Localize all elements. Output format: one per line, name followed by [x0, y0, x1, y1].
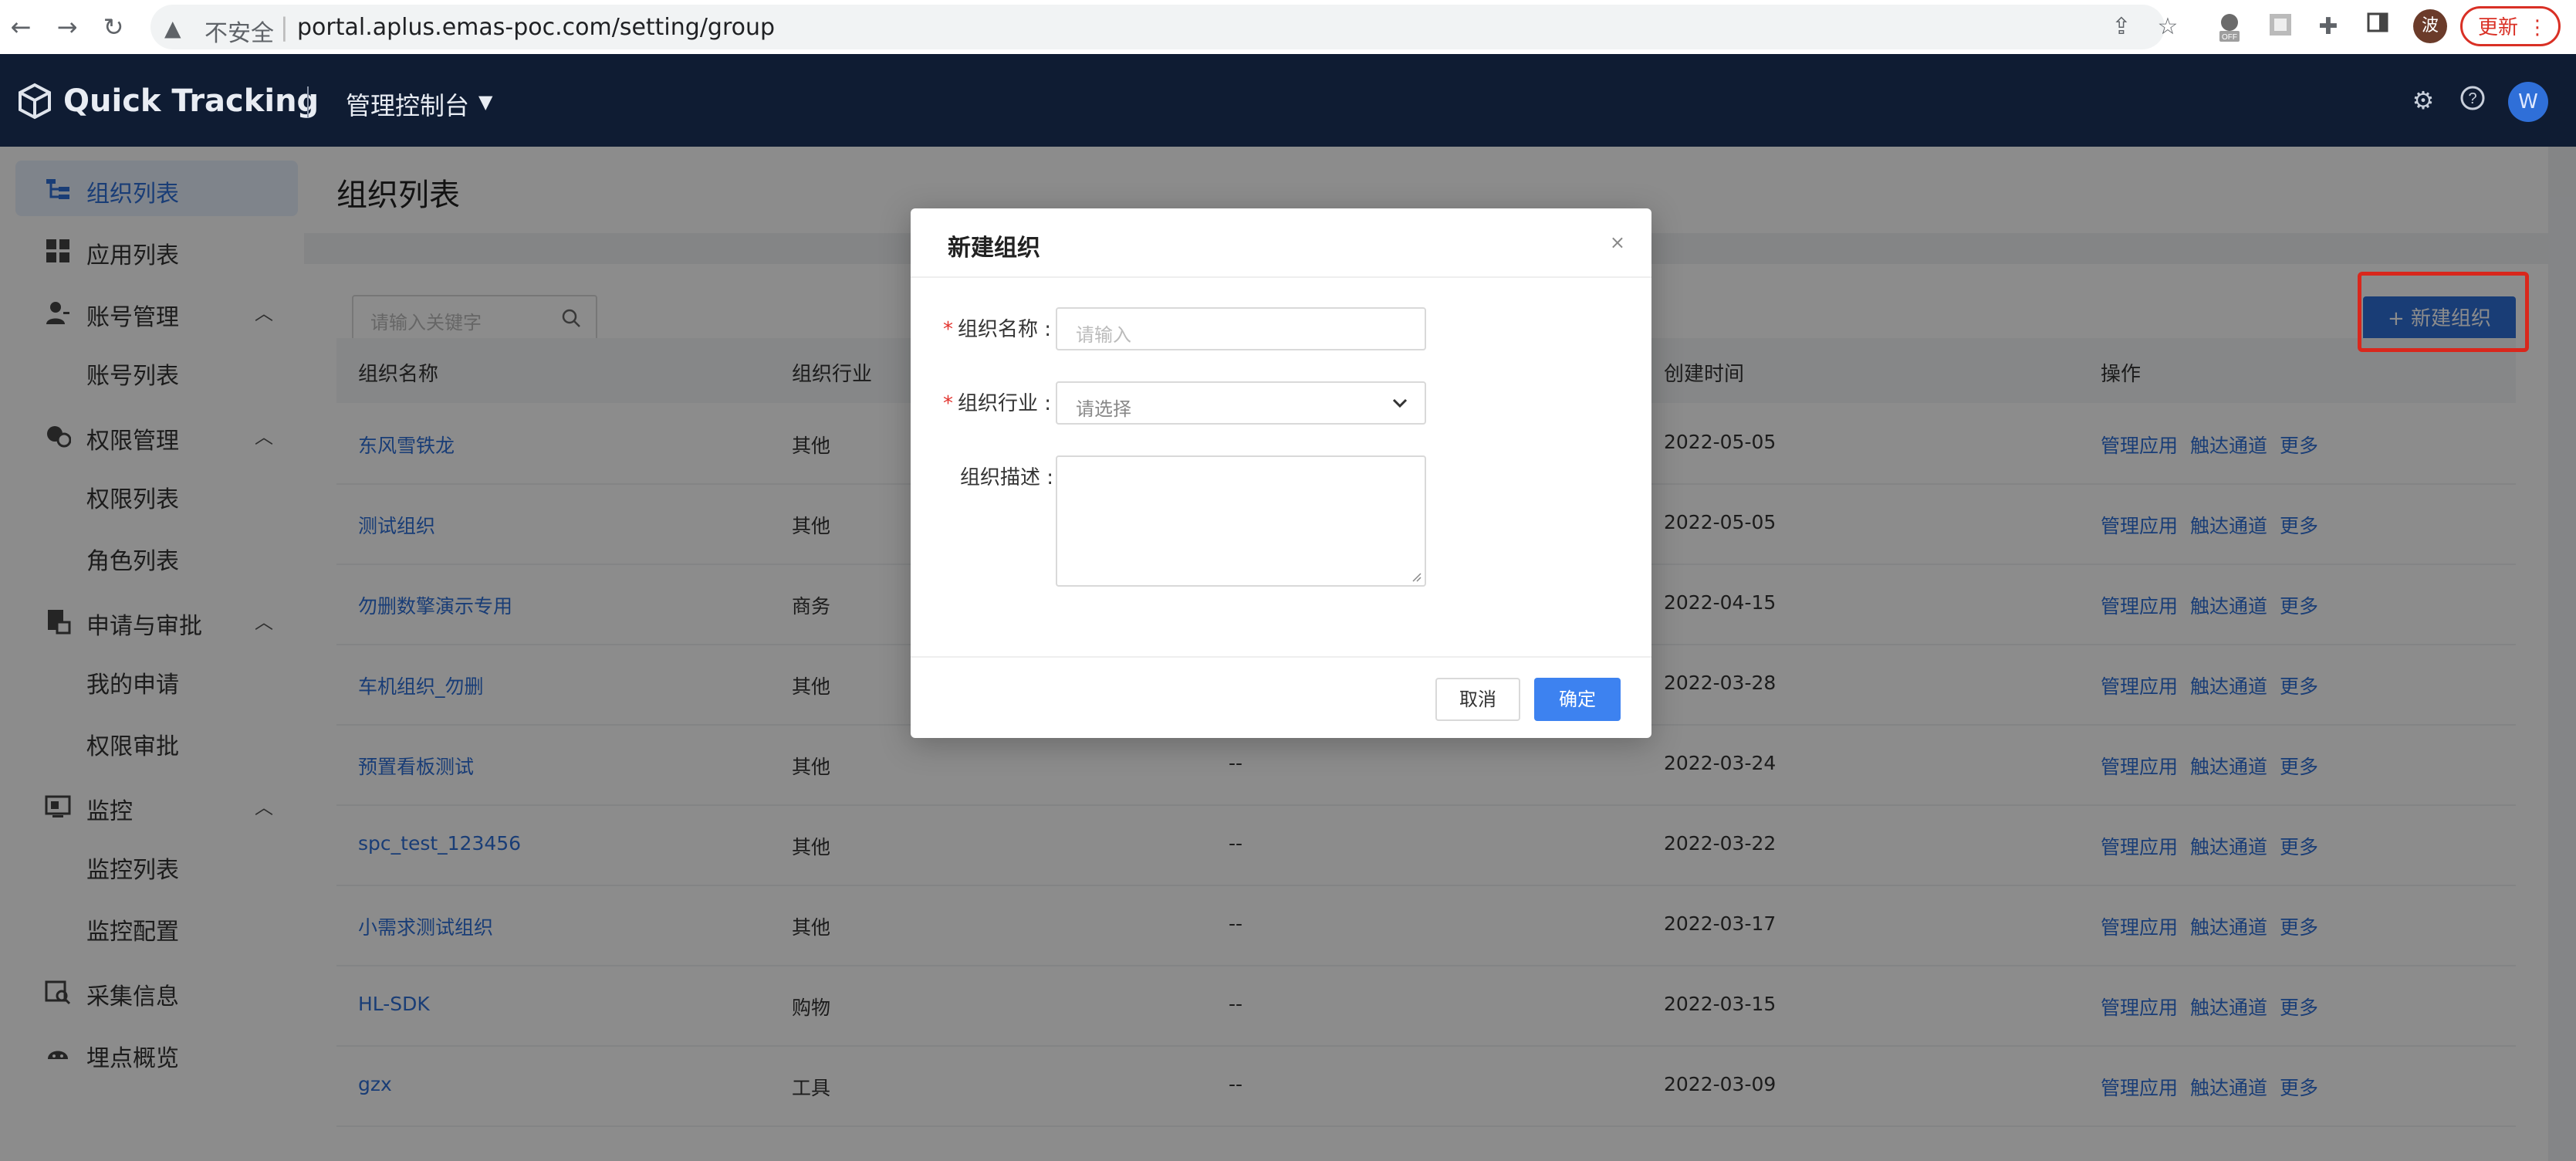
insecure-label: 不安全: [205, 20, 274, 47]
reader-extension-icon[interactable]: [2264, 11, 2297, 43]
resize-grip-icon[interactable]: [1411, 571, 1422, 582]
cancel-button[interactable]: 取消: [1435, 678, 1520, 721]
dialog-title: 新建组织: [948, 235, 1040, 262]
org-industry-select[interactable]: 请选择: [1056, 381, 1426, 425]
share-icon[interactable]: ⇪: [2105, 11, 2138, 43]
logo-text[interactable]: Quick Tracking: [63, 83, 319, 119]
more-vert-icon: ⋮: [2527, 16, 2547, 39]
new-org-dialog: 新建组织 × * 组织名称 : 请输入 * 组织行业 : 请选择 组织描述 : 取消…: [911, 208, 1651, 738]
svg-text:?: ?: [2468, 90, 2476, 107]
settings-icon[interactable]: ⚙: [2408, 85, 2439, 116]
browser-profile-avatar[interactable]: 波: [2413, 9, 2447, 43]
org-name-placeholder: 请输入: [1076, 324, 1131, 346]
header-divider: [307, 86, 309, 117]
reload-icon[interactable]: ↻: [96, 9, 131, 45]
url-separator: |: [280, 12, 289, 42]
user-avatar[interactable]: W: [2508, 82, 2548, 122]
org-name-label: * 组织名称 :: [943, 313, 1051, 342]
help-icon[interactable]: ?: [2457, 85, 2488, 116]
warning-icon: ▲: [164, 15, 181, 41]
required-mark: *: [943, 392, 953, 415]
highlight-annotation-box: [2358, 272, 2529, 352]
org-industry-label-text: 组织行业 :: [958, 392, 1052, 415]
org-desc-textarea[interactable]: [1056, 455, 1426, 587]
confirm-button[interactable]: 确定: [1534, 678, 1621, 721]
close-icon[interactable]: ×: [1610, 232, 1625, 253]
star-icon[interactable]: ☆: [2152, 11, 2184, 43]
svg-text:OFF: OFF: [2222, 33, 2237, 42]
logo-icon: [19, 83, 51, 120]
caret-down-icon[interactable]: ▼: [478, 91, 492, 113]
chevron-down-icon: [1392, 398, 1408, 408]
puzzle-icon[interactable]: ✚: [2312, 11, 2344, 43]
dialog-header-divider: [911, 276, 1651, 278]
required-mark: *: [943, 318, 953, 341]
update-label: 更新: [2478, 16, 2519, 39]
url-text[interactable]: portal.aplus.emas-poc.com/setting/group: [297, 14, 775, 41]
forward-icon[interactable]: →: [49, 9, 85, 45]
dialog-footer-divider: [911, 656, 1651, 658]
org-desc-label: 组织描述 :: [960, 466, 1054, 489]
app-header: Quick Tracking 管理控制台 ▼ ⚙ ? W: [0, 54, 2576, 147]
extension-off-icon[interactable]: OFF: [2213, 11, 2246, 43]
side-panel-icon[interactable]: [2361, 11, 2394, 43]
console-switcher[interactable]: 管理控制台: [346, 86, 469, 122]
browser-toolbar: ← → ↻ ▲ 不安全 | portal.aplus.emas-poc.com/…: [0, 0, 2576, 55]
org-name-input[interactable]: 请输入: [1056, 307, 1426, 350]
back-icon[interactable]: ←: [3, 9, 39, 45]
address-bar[interactable]: ▲ 不安全 | portal.aplus.emas-poc.com/settin…: [150, 5, 2165, 49]
org-industry-label: * 组织行业 :: [943, 388, 1051, 416]
org-industry-placeholder: 请选择: [1076, 398, 1131, 420]
org-name-label-text: 组织名称 :: [958, 318, 1052, 341]
browser-update-button[interactable]: 更新 ⋮: [2460, 6, 2561, 46]
